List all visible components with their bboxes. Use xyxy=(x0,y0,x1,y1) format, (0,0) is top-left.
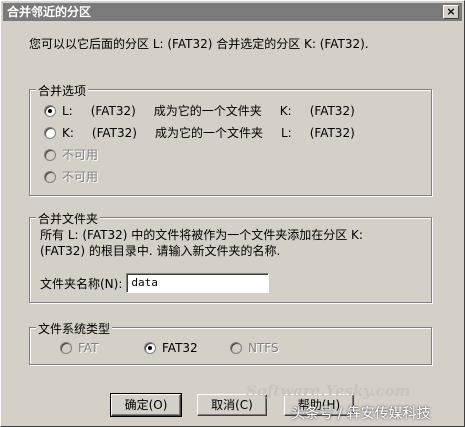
merge-folder-description: 所有 L: (FAT32) 中的文件将被作为一个文件夹添加在分区 K: (FAT… xyxy=(40,227,363,259)
radio-checked-icon[interactable] xyxy=(144,342,156,354)
radio-checked-icon[interactable] xyxy=(44,104,56,117)
dialog-title: 合并邻近的分区 xyxy=(7,5,92,19)
file-system-type-title: 文件系统类型 xyxy=(36,320,113,337)
merge-partition-dialog: 合并邻近的分区 × 您可以以它后面的分区 L: (FAT32) 合并选定的分区 … xyxy=(0,0,465,427)
option-fs: (FAT32) xyxy=(91,125,137,140)
radio-unchecked-icon[interactable] xyxy=(44,126,56,139)
merge-options-title: 合并选项 xyxy=(36,82,89,99)
option-action: 成为它的一个文件夹 xyxy=(153,104,262,118)
fs-option-label: FAT xyxy=(78,341,99,355)
option-fs: (FAT32) xyxy=(90,103,136,118)
title-bar: 合并邻近的分区 × xyxy=(3,3,462,21)
option-target-fs: (FAT32) xyxy=(309,125,355,140)
intro-text: 您可以以它后面的分区 L: (FAT32) 合并选定的分区 K: (FAT32)… xyxy=(29,37,369,51)
option-target-fs: (FAT32) xyxy=(309,103,355,118)
merge-option-l-into-k[interactable]: L: (FAT32) 成为它的一个文件夹 K: (FAT32) xyxy=(44,102,355,119)
radio-disabled-icon xyxy=(44,170,56,183)
radio-disabled-icon xyxy=(44,148,56,161)
merge-option-k-into-l[interactable]: K: (FAT32) 成为它的一个文件夹 L: (FAT32) xyxy=(44,124,355,141)
unavailable-label: 不可用 xyxy=(62,170,99,184)
fs-option-fat32[interactable]: FAT32 xyxy=(144,341,198,355)
merge-option-unavailable-2: 不可用 xyxy=(44,168,98,185)
option-action: 成为它的一个文件夹 xyxy=(154,126,263,140)
file-system-type-group: 文件系统类型 FAT FAT32 NTFS xyxy=(29,320,432,365)
merge-option-unavailable-1: 不可用 xyxy=(44,146,98,163)
merge-folder-group: 合并文件夹 所有 L: (FAT32) 中的文件将被作为一个文件夹添加在分区 K… xyxy=(29,210,432,303)
watermark-credit: 头条号 / 犇安传媒科技 xyxy=(291,406,431,422)
option-drive: L: xyxy=(62,103,73,118)
merge-folder-title: 合并文件夹 xyxy=(36,210,101,227)
radio-disabled-icon xyxy=(230,342,242,354)
folder-name-row: 文件夹名称(N): data xyxy=(40,273,270,293)
ok-button[interactable]: 确定(O) xyxy=(110,393,182,417)
fs-option-fat[interactable]: FAT xyxy=(60,341,98,355)
unavailable-label: 不可用 xyxy=(62,148,99,162)
watermark-site: Software.Yesky.com xyxy=(246,382,411,400)
option-drive: K: xyxy=(62,125,74,140)
folder-name-label: 文件夹名称(N): xyxy=(40,276,123,291)
fs-option-label: FAT32 xyxy=(162,341,198,355)
folder-name-input[interactable]: data xyxy=(126,273,270,293)
radio-disabled-icon xyxy=(60,342,72,354)
merge-options-group: 合并选项 L: (FAT32) 成为它的一个文件夹 K: (FAT32) K: … xyxy=(29,82,432,196)
option-target: K: xyxy=(279,103,292,118)
fs-option-ntfs[interactable]: NTFS xyxy=(230,341,279,355)
close-button[interactable]: × xyxy=(443,5,459,19)
description-line-1: 所有 L: (FAT32) 中的文件将被作为一个文件夹添加在分区 K: xyxy=(40,228,363,242)
description-line-2: (FAT32) 的根目录中. 请输入新文件夹的名称. xyxy=(40,244,281,258)
fs-option-label: NTFS xyxy=(248,341,279,355)
option-target: L: xyxy=(280,125,292,140)
